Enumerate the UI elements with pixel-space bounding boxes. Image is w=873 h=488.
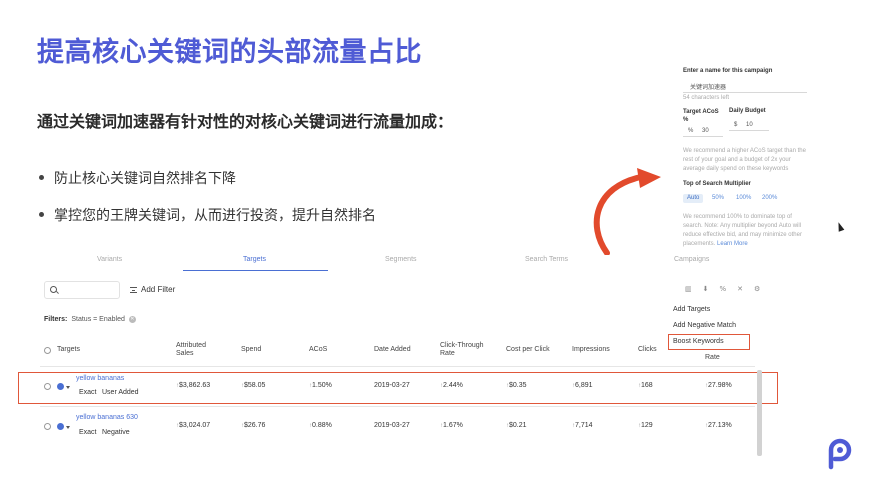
bullet-list: 防止核心关键词自然排名下降 掌控您的王牌关键词，从而进行投资，提升自然排名 (37, 168, 376, 242)
tos-option-auto[interactable]: Auto (683, 194, 704, 203)
daily-budget-input[interactable]: 10 (746, 122, 753, 128)
tab-targets[interactable]: Targets (243, 256, 266, 263)
target-acos-prefix: % (688, 128, 694, 134)
close-icon[interactable]: ✕ (737, 285, 743, 293)
campaign-settings-panel: Enter a name for this campaign 关键词加速器 54… (680, 62, 810, 274)
col-header-targets[interactable]: Targets (57, 338, 80, 362)
tos-option-50[interactable]: 50% (708, 194, 728, 203)
tos-option-200[interactable]: 200% (758, 194, 781, 203)
campaign-name-input[interactable]: 关键词加速器 (690, 82, 726, 91)
col-header-clicks[interactable]: Clicks (638, 338, 657, 362)
col-header-attributed-sales[interactable]: Attributed Sales (176, 338, 218, 362)
col-header-spend[interactable]: Spend (241, 338, 261, 362)
cell-acos: ↑0.88% (309, 422, 332, 429)
cell-ctr: ↑1.67% (440, 422, 463, 429)
tab-segments[interactable]: Segments (385, 256, 417, 263)
budget-recommendation-note: We recommend a higher ACoS target than t… (683, 148, 806, 172)
gear-icon (57, 423, 64, 430)
bullet-item: 防止核心关键词自然排名下降 (37, 168, 376, 205)
col-header-date-added[interactable]: Date Added (374, 338, 411, 362)
campaign-name-label: Enter a name for this campaign (683, 68, 773, 74)
search-input[interactable] (44, 281, 120, 299)
menu-item-add-negative-match[interactable]: Add Negative Match (673, 322, 736, 329)
filter-chip: Status = Enabled (71, 316, 125, 323)
percent-icon[interactable]: % (720, 285, 727, 293)
active-filters: Filters: Status = Enabled ✕ (44, 316, 136, 323)
campaign-name-hint: 54 characters left (683, 95, 730, 101)
col-header-ctr[interactable]: Click-Through Rate (440, 338, 492, 362)
header-divider (40, 366, 755, 367)
daily-budget-prefix: $ (734, 122, 738, 128)
top-of-search-label: Top of Search Multiplier (683, 181, 751, 187)
tab-campaigns[interactable]: Campaigns (674, 256, 709, 263)
red-arrow-icon (593, 168, 661, 255)
cell-date-added: 2019-03-27 (374, 422, 410, 429)
chevron-down-icon (66, 426, 70, 429)
table-toolbar-icons: ▥ ⬇ % ✕ ⚙ (685, 285, 760, 293)
daily-budget-underline (729, 130, 769, 131)
settings-icon[interactable]: ⚙ (754, 285, 760, 293)
tos-option-100[interactable]: 100% (732, 194, 755, 203)
daily-budget-label: Daily Budget (729, 108, 766, 114)
select-all-checkbox[interactable] (44, 347, 51, 354)
row-settings-control[interactable] (57, 423, 70, 430)
slide-subtitle: 通过关键词加速器有针对性的对核心关键词进行流量加成： (37, 112, 454, 131)
active-tab-indicator (183, 270, 328, 271)
filters-label: Filters: (44, 316, 68, 323)
highlighted-row-frame (18, 372, 778, 404)
bullet-item: 掌控您的王牌关键词，从而进行投资，提升自然排名 (37, 205, 376, 242)
tab-bar: Variants Targets Segments Search Terms C… (40, 250, 800, 272)
cell-cpc: ↑$0.21 (506, 422, 527, 429)
col-header-cpc[interactable]: Cost per Click (506, 338, 550, 362)
target-acos-input[interactable]: 30 (702, 128, 709, 134)
cell-conversion-rate: ↑27.13% (705, 422, 732, 429)
cell-attributed-sales: ↑$3,024.07 (176, 422, 211, 429)
add-filter-button[interactable]: Add Filter (130, 285, 175, 294)
table-scrollbar[interactable] (757, 370, 762, 456)
target-acos-label: Target ACoS % (683, 109, 719, 123)
brand-logo-icon (828, 438, 852, 470)
bullet-dot-icon (39, 212, 44, 217)
row-divider (40, 406, 755, 407)
col-header-impressions[interactable]: Impressions (572, 338, 610, 362)
cell-clicks: ↑129 (638, 422, 653, 429)
cell-spend: ↑$26.76 (241, 422, 266, 429)
keyword-tag: Negative (102, 429, 130, 436)
campaign-name-underline (683, 92, 807, 93)
bullet-dot-icon (39, 175, 44, 180)
target-acos-underline (683, 136, 723, 137)
tos-recommendation-note: We recommend 100% to dominate top of sea… (683, 214, 802, 247)
menu-item-add-targets[interactable]: Add Targets (673, 306, 710, 313)
slide-title: 提高核心关键词的头部流量占比 (37, 37, 422, 68)
search-icon (50, 286, 57, 293)
keyword-link[interactable]: yellow bananas 630 (76, 414, 138, 421)
tab-variants[interactable]: Variants (97, 256, 122, 263)
filter-icon (130, 286, 137, 293)
columns-icon[interactable]: ▥ (685, 285, 692, 293)
cell-impressions: ↑7,714 (572, 422, 593, 429)
download-icon[interactable]: ⬇ (703, 285, 709, 293)
learn-more-link[interactable]: Learn More (717, 241, 748, 247)
remove-filter-icon[interactable]: ✕ (128, 316, 136, 323)
col-header-acos[interactable]: ACoS (309, 338, 327, 362)
mouse-cursor-icon (835, 221, 845, 232)
row-checkbox[interactable] (44, 423, 51, 430)
match-type: Exact (79, 429, 97, 436)
tab-search-terms[interactable]: Search Terms (525, 256, 568, 263)
